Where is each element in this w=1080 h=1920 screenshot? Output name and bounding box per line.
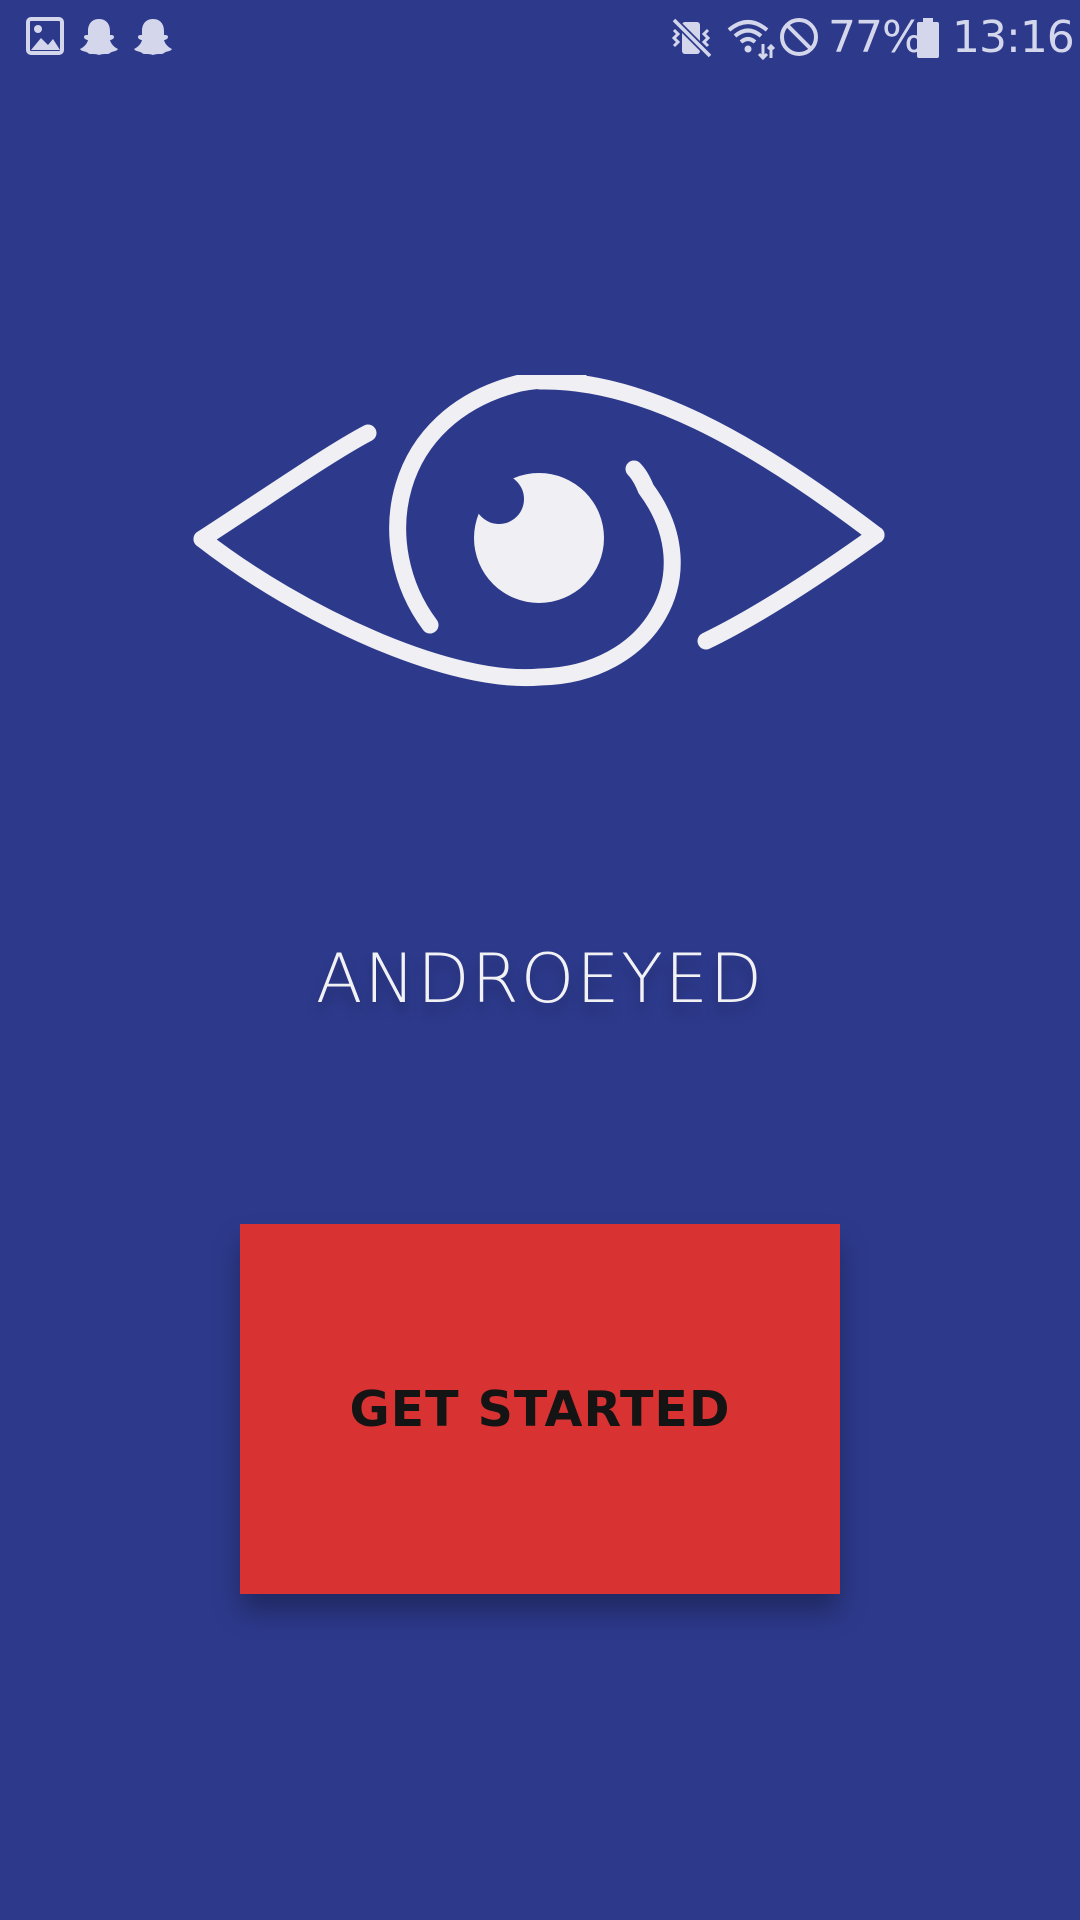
do-not-disturb-icon — [778, 16, 822, 60]
app-title: ANDROEYED — [315, 940, 765, 1019]
wifi-icon — [726, 16, 776, 60]
eye-icon — [190, 375, 890, 695]
battery-percent: 77% — [828, 12, 924, 63]
battery-icon — [914, 16, 942, 60]
snapchat-icon — [78, 16, 120, 60]
gallery-icon — [26, 16, 64, 60]
snapchat-icon — [132, 16, 174, 60]
get-started-label: GET STARTED — [349, 1380, 731, 1438]
get-started-button[interactable]: GET STARTED — [240, 1224, 840, 1594]
vibrate-mute-icon — [670, 16, 714, 60]
status-bar: 77% 13:16 — [0, 0, 1080, 76]
clock: 13:16 — [952, 12, 1075, 63]
